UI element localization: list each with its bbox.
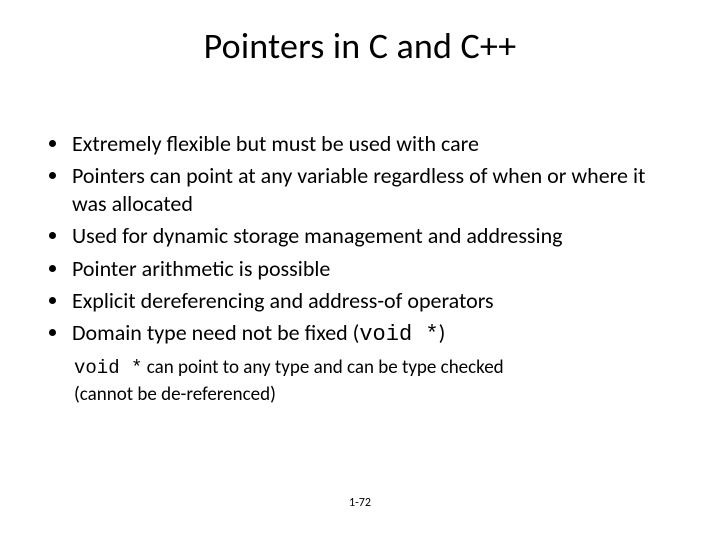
slide: Pointers in C and C++ Extremely flexible… [0, 0, 720, 540]
bullet-item: Explicit dereferencing and address-of op… [70, 287, 680, 315]
bullet-text-pre: Domain type need not be fixed ( [72, 319, 359, 346]
inline-code: void * [74, 357, 142, 379]
bullet-item: Domain type need not be fixed (void *) [70, 319, 680, 349]
bullet-item: Extremely flexible but must be used with… [70, 130, 680, 158]
bullet-list: Extremely flexible but must be used with… [40, 130, 680, 349]
inline-code: void * [359, 322, 438, 347]
slide-body: Extremely flexible but must be used with… [40, 130, 680, 407]
slide-title: Pointers in C and C++ [0, 24, 720, 68]
bullet-item: Pointers can point at any variable regar… [70, 162, 680, 218]
bullet-item: Used for dynamic storage management and … [70, 222, 680, 250]
bullet-item: Pointer arithmetic is possible [70, 255, 680, 283]
sub-note: void * can point to any type and can be … [40, 355, 544, 407]
bullet-text-post: ) [439, 319, 446, 346]
page-number: 1-72 [0, 496, 720, 510]
